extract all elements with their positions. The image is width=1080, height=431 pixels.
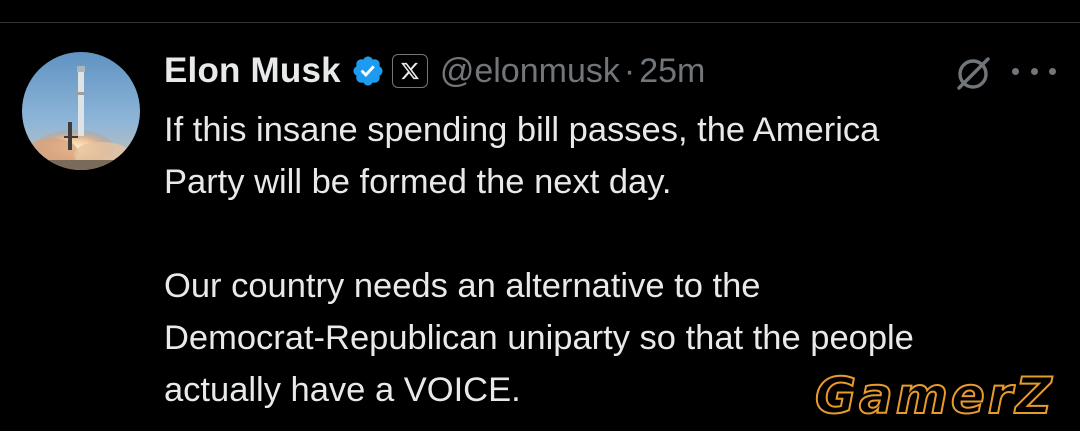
avatar[interactable] xyxy=(22,52,140,170)
top-divider xyxy=(0,22,1080,23)
timestamp[interactable]: 25m xyxy=(639,52,705,91)
tweet-line: Democrat-Republican uniparty so that the… xyxy=(164,319,914,357)
author-name[interactable]: Elon Musk xyxy=(164,51,341,91)
tweet-header: Elon Musk @elonmusk · 25m xyxy=(164,48,705,94)
tweet-line: Our country needs an alternative to the xyxy=(164,267,761,305)
tweet-line: If this insane spending bill passes, the… xyxy=(164,111,880,149)
more-dot xyxy=(1012,67,1019,75)
tweet-line: Party will be formed the next day. xyxy=(164,163,672,201)
more-options-icon[interactable] xyxy=(1012,56,1056,86)
separator-dot: · xyxy=(623,51,636,90)
avatar-image xyxy=(22,52,140,170)
author-handle[interactable]: @elonmusk xyxy=(440,52,620,91)
tweet-line: actually have a VOICE. xyxy=(164,371,521,409)
more-dot xyxy=(1030,67,1038,75)
verified-badge-icon xyxy=(353,56,383,86)
watermark-logo: GamerZ xyxy=(814,367,1055,425)
tweet-paragraph: If this insane spending bill passes, the… xyxy=(164,104,1064,208)
more-dot xyxy=(1049,67,1056,75)
x-logo-icon xyxy=(391,54,428,88)
grok-icon[interactable] xyxy=(952,52,994,94)
